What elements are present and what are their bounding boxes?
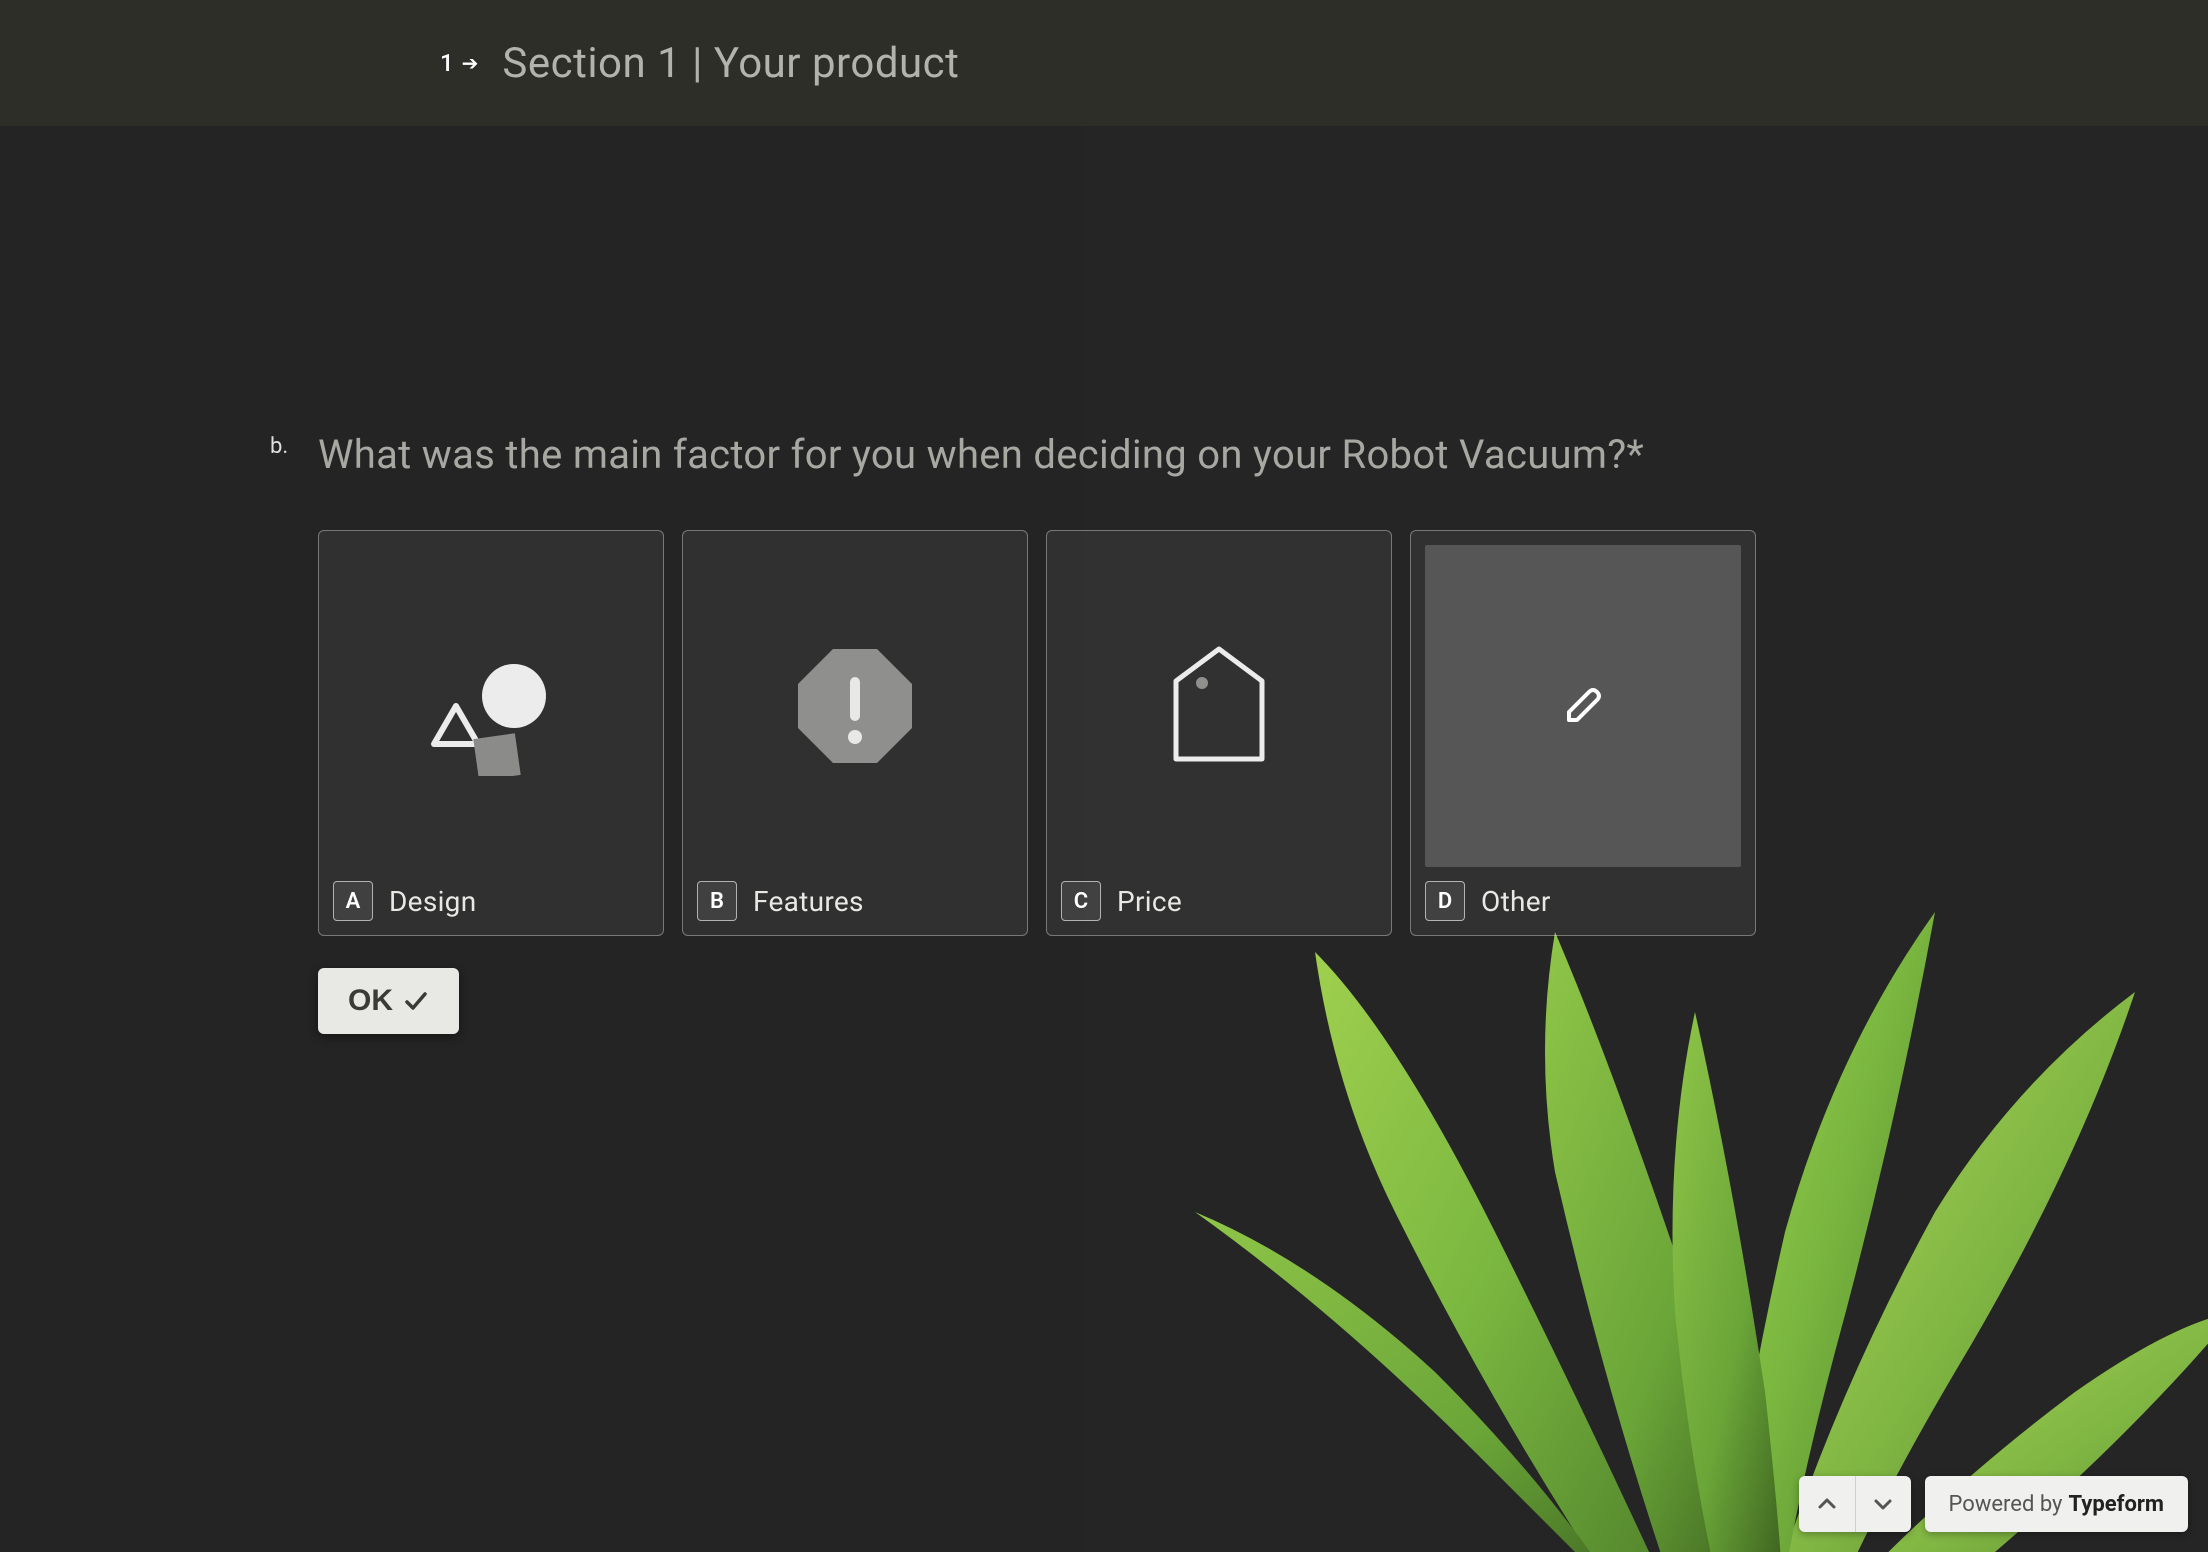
question-marker: b. <box>270 434 288 459</box>
tag-icon <box>1061 545 1377 867</box>
option-label: Price <box>1117 885 1182 918</box>
section-number-value: 1 <box>440 49 454 77</box>
option-key-a: A <box>333 881 373 921</box>
option-label: Other <box>1481 885 1551 918</box>
section-number: 1 ➔ <box>440 49 478 77</box>
option-price[interactable]: C Price <box>1046 530 1392 936</box>
shapes-icon <box>333 545 649 867</box>
arrow-right-icon: ➔ <box>462 51 479 75</box>
next-button[interactable] <box>1855 1476 1911 1532</box>
alert-octagon-icon <box>697 545 1013 867</box>
powered-brand: Typeform <box>2068 1492 2164 1517</box>
prev-button[interactable] <box>1799 1476 1855 1532</box>
option-label: Features <box>753 885 864 918</box>
option-label: Design <box>389 885 476 918</box>
option-key-b: B <box>697 881 737 921</box>
section-header: 1 ➔ Section 1 | Your product <box>0 0 2208 126</box>
section-title: Section 1 | Your product <box>502 39 959 88</box>
chevron-up-icon <box>1816 1493 1838 1515</box>
check-icon <box>403 988 429 1014</box>
chevron-down-icon <box>1872 1493 1894 1515</box>
option-key-c: C <box>1061 881 1101 921</box>
ok-label: OK <box>348 984 393 1018</box>
options-grid: A Design B Features <box>318 530 1818 936</box>
option-features[interactable]: B Features <box>682 530 1028 936</box>
nav-buttons <box>1799 1476 1911 1532</box>
pencil-icon <box>1425 545 1741 867</box>
option-other[interactable]: D Other <box>1410 530 1756 936</box>
powered-prefix: Powered by <box>1949 1492 2063 1517</box>
option-design[interactable]: A Design <box>318 530 664 936</box>
ok-button[interactable]: OK <box>318 968 459 1034</box>
powered-by-link[interactable]: Powered by Typeform <box>1925 1476 2188 1532</box>
option-key-d: D <box>1425 881 1465 921</box>
question-text: What was the main factor for you when de… <box>318 426 1718 484</box>
